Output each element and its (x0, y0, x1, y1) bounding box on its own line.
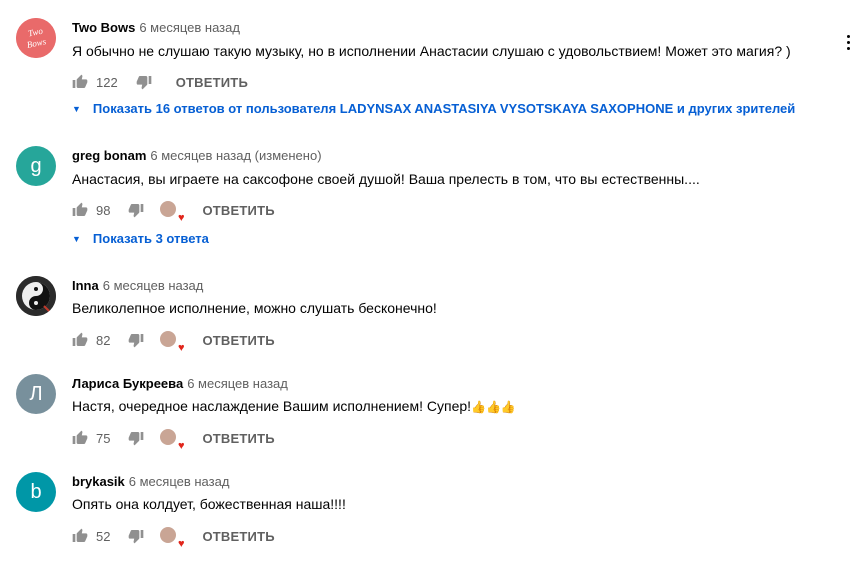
comment-actions: 75 ♥ ОТВЕТИТЬ (72, 428, 275, 452)
reply-button[interactable]: ОТВЕТИТЬ (202, 431, 274, 446)
author-name[interactable]: brykasik (72, 474, 125, 489)
creator-heart: ♥ (160, 527, 184, 550)
thumb-up-icon (72, 332, 88, 346)
thumb-up-icon (72, 430, 88, 444)
reply-button[interactable]: ОТВЕТИТЬ (202, 529, 274, 544)
comment: Л Лариса Букреева 6 месяцев назад Настя, … (0, 358, 862, 456)
comment: Two Bows Two Bows 6 месяцев назад Я обычн… (0, 0, 862, 130)
comment-time[interactable]: 6 месяцев назад (187, 376, 288, 391)
creator-avatar (160, 201, 177, 217)
comment-actions: 52 ♥ ОТВЕТИТЬ (72, 526, 275, 550)
creator-avatar (160, 429, 177, 445)
like-button[interactable] (72, 332, 88, 348)
like-count: 98 (96, 202, 111, 218)
avatar[interactable]: g (16, 146, 56, 186)
reply-button[interactable]: ОТВЕТИТЬ (202, 203, 274, 218)
avatar-letter: b (30, 480, 42, 503)
comment-header: brykasik 6 месяцев назад (72, 474, 229, 489)
comment-time[interactable]: 6 месяцев назад (изменено) (150, 148, 321, 163)
heart-icon: ♥ (177, 212, 185, 224)
comment: g greg bonam 6 месяцев назад (изменено) А… (0, 130, 862, 260)
author-name[interactable]: Inna (72, 278, 99, 293)
yin-yang-avatar-icon (16, 276, 56, 316)
like-count: 82 (96, 332, 111, 348)
avatar-letter: Л (29, 382, 43, 405)
author-name[interactable]: Лариса Букреева (72, 376, 183, 391)
thumb-down-icon (129, 432, 144, 446)
comment-text: Великолепное исполнение, можно слушать б… (72, 300, 437, 316)
thumb-up-icon (72, 528, 88, 542)
comment-text: Опять она колдует, божественная наша!!!! (72, 496, 346, 512)
show-replies-button[interactable]: ▼ Показать 16 ответов от пользователя LA… (72, 101, 795, 116)
thumb-down-icon (129, 204, 144, 218)
avatar[interactable]: Л (16, 374, 56, 414)
show-replies-label: Показать 16 ответов от пользователя LADY… (92, 101, 796, 116)
creator-heart: ♥ (160, 429, 184, 452)
comment: Inna 6 месяцев назад Великолепное исполне… (0, 260, 862, 358)
chevron-down-icon: ▼ (72, 233, 81, 244)
like-count: 75 (96, 430, 111, 446)
comment-text: Я обычно не слушаю такую музыку, но в ис… (72, 43, 791, 59)
author-name[interactable]: greg bonam (72, 148, 146, 163)
thumbs-up-emoji: 👍👍👍 (471, 400, 516, 414)
reply-button[interactable]: ОТВЕТИТЬ (202, 333, 274, 348)
comment-actions: 98 ♥ ОТВЕТИТЬ (72, 200, 275, 224)
two-bows-logo-icon: Two Bows (16, 18, 56, 58)
comment-time[interactable]: 6 месяцев назад (103, 278, 204, 293)
comment-actions: 122 ОТВЕТИТЬ (72, 72, 248, 92)
thumb-down-icon (129, 334, 144, 348)
avatar[interactable]: Two Bows (16, 18, 56, 58)
comment-actions: 82 ♥ ОТВЕТИТЬ (72, 330, 275, 354)
show-replies-label: Показать 3 ответа (92, 231, 209, 246)
comment: b brykasik 6 месяцев назад Опять она колд… (0, 456, 862, 563)
comment-time[interactable]: 6 месяцев назад (139, 20, 240, 35)
creator-heart: ♥ (160, 201, 184, 224)
comment-text: Настя, очередное наслаждение Вашим испол… (72, 398, 516, 414)
thumb-down-icon (129, 530, 144, 544)
creator-avatar (160, 527, 177, 543)
like-count: 52 (96, 528, 111, 544)
dislike-button[interactable] (128, 202, 144, 218)
comment-text: Анастасия, вы играете на саксофоне своей… (72, 171, 700, 187)
comment-header: Two Bows 6 месяцев назад (72, 20, 240, 35)
dislike-button[interactable] (128, 332, 144, 348)
chevron-down-icon: ▼ (72, 103, 81, 114)
creator-heart: ♥ (160, 331, 184, 354)
show-replies-button[interactable]: ▼ Показать 3 ответа (72, 231, 209, 246)
avatar[interactable] (16, 276, 56, 316)
dislike-button[interactable] (136, 74, 152, 90)
like-button[interactable] (72, 430, 88, 446)
dislike-button[interactable] (128, 430, 144, 446)
heart-icon: ♥ (177, 440, 185, 452)
like-button[interactable] (72, 202, 88, 218)
avatar[interactable]: b (16, 472, 56, 512)
comment-header: greg bonam 6 месяцев назад (изменено) (72, 148, 322, 163)
like-button[interactable] (72, 74, 88, 90)
thumb-down-icon (136, 76, 152, 90)
heart-icon: ♥ (177, 538, 185, 550)
heart-icon: ♥ (177, 342, 185, 354)
avatar-letter: g (30, 154, 42, 177)
thumb-up-icon (72, 202, 88, 216)
creator-avatar (160, 331, 177, 347)
comment-header: Inna 6 месяцев назад (72, 278, 203, 293)
comment-header: Лариса Букреева 6 месяцев назад (72, 376, 288, 391)
thumb-up-icon (72, 74, 88, 88)
author-name[interactable]: Two Bows (72, 20, 135, 35)
comment-time[interactable]: 6 месяцев назад (129, 474, 230, 489)
reply-button[interactable]: ОТВЕТИТЬ (176, 75, 248, 90)
comment-text-body: Настя, очередное наслаждение Вашим испол… (72, 398, 472, 414)
more-options-icon[interactable] (840, 30, 856, 54)
like-button[interactable] (72, 528, 88, 544)
like-count: 122 (96, 74, 118, 90)
dislike-button[interactable] (128, 528, 144, 544)
